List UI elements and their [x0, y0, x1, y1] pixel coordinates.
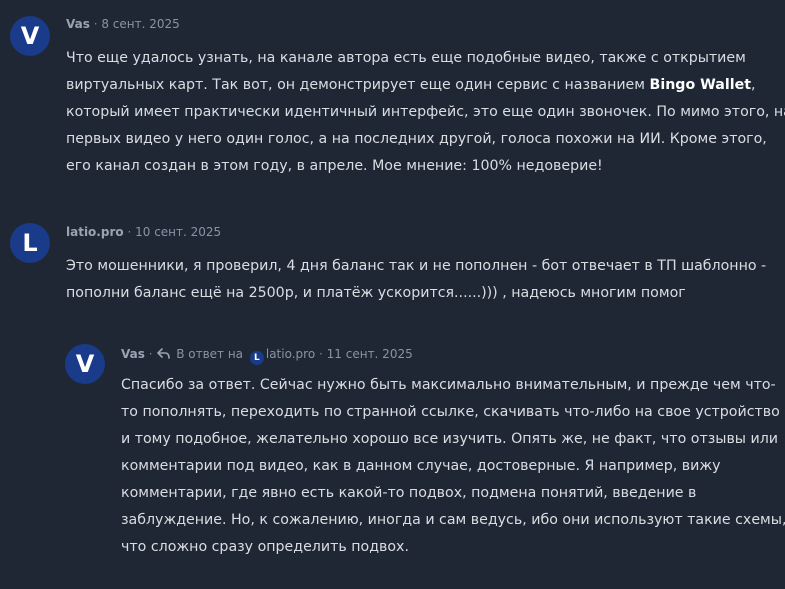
avatar[interactable]: V	[65, 344, 105, 384]
comment-line: Спасибо за ответ. Сейчас нужно быть макс…	[121, 377, 776, 393]
comment-date[interactable]: 11 сент. 2025	[327, 347, 413, 361]
author-name[interactable]: latio.pro	[66, 225, 124, 239]
comment-line: комментарии под видео, как в данном случ…	[121, 458, 721, 474]
comment-line: комментарии, где явно есть какой-то подв…	[121, 485, 697, 501]
meta-separator: ·	[93, 17, 98, 31]
comment-line: то пополнять, переходить по странной ссы…	[121, 404, 780, 420]
comment-line: Это мошенники, я проверил, 4 дня баланс …	[66, 258, 767, 274]
comment-body: Спасибо за ответ. Сейчас нужно быть макс…	[121, 372, 785, 561]
reply-arrow-icon	[157, 347, 171, 363]
comment-line: заблуждение. Но, к сожалению, иногда и с…	[121, 512, 785, 528]
comment-line: его канал создан в этом году, в апреле. …	[66, 158, 603, 174]
reply-to-avatar: L	[249, 351, 264, 365]
author-name[interactable]: Vas	[121, 347, 145, 361]
comment-line: что сложно сразу определить подвох.	[121, 539, 409, 555]
comment-line: первых видео у него один голос, а на пос…	[66, 131, 767, 147]
reply-to-author[interactable]: latio.pro	[266, 347, 315, 361]
comment-line: Что еще удалось узнать, на канале автора…	[66, 50, 746, 66]
reply-label: В ответ на	[176, 347, 244, 361]
comment-date[interactable]: 8 сент. 2025	[101, 17, 179, 31]
avatar[interactable]: L	[10, 223, 50, 263]
comment-meta: latio.pro · 10 сент. 2025	[66, 224, 221, 240]
comment-line: виртуальных карт. Так вот, он демонстрир…	[66, 77, 756, 93]
comment-meta: Vas · В ответ на Llatio.pro · 11 сент. 2…	[121, 346, 413, 365]
comment-meta: Vas · 8 сент. 2025	[66, 16, 180, 32]
meta-separator: ·	[319, 347, 323, 361]
meta-separator: ·	[127, 225, 132, 239]
comment-body: Это мошенники, я проверил, 4 дня баланс …	[66, 253, 766, 307]
highlighted-service-name: Bingo Wallet	[649, 77, 751, 93]
author-name[interactable]: Vas	[66, 17, 90, 31]
comment-line: и тому подобное, желательно хорошо все и…	[121, 431, 779, 447]
comment-date[interactable]: 10 сент. 2025	[135, 225, 221, 239]
comment-body: Что еще удалось узнать, на канале автора…	[66, 45, 785, 180]
comment-line: пополни баланс ещё на 2500р, и платёж ус…	[66, 285, 686, 301]
meta-separator: ·	[148, 347, 153, 361]
comment-line: который имеет практически идентичный инт…	[66, 104, 785, 120]
avatar[interactable]: V	[10, 16, 50, 56]
